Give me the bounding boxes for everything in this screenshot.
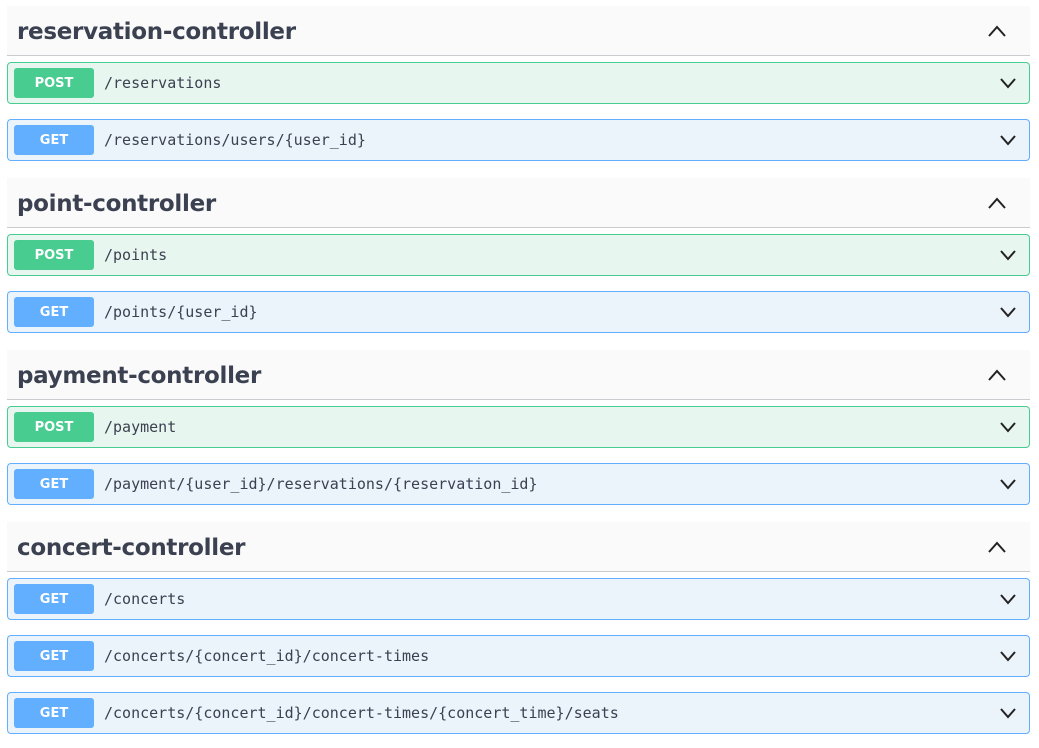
chevron-down-icon[interactable] xyxy=(999,133,1017,147)
operation-get-reservations-user[interactable]: GET /reservations/users/{user_id} xyxy=(7,119,1030,161)
chevron-down-icon[interactable] xyxy=(999,706,1017,720)
method-badge: GET xyxy=(14,125,94,155)
chevron-down-icon[interactable] xyxy=(999,76,1017,90)
operation-post-points[interactable]: POST /points xyxy=(7,234,1030,276)
operation-get-payment-reservation[interactable]: GET /payment/{user_id}/reservations/{res… xyxy=(7,463,1030,505)
operation-path: /payment xyxy=(104,418,177,436)
method-badge: GET xyxy=(14,469,94,499)
chevron-up-icon[interactable] xyxy=(986,23,1008,39)
chevron-down-icon[interactable] xyxy=(999,592,1017,606)
method-badge: GET xyxy=(14,641,94,671)
chevron-down-icon[interactable] xyxy=(999,305,1017,319)
chevron-down-icon[interactable] xyxy=(999,248,1017,262)
section-header[interactable]: reservation-controller xyxy=(7,6,1030,56)
method-badge: GET xyxy=(14,297,94,327)
operation-get-concerts[interactable]: GET /concerts xyxy=(7,578,1030,620)
method-badge: GET xyxy=(14,584,94,614)
section-title: point-controller xyxy=(17,191,216,217)
operation-path: /reservations xyxy=(104,74,222,92)
section-title: payment-controller xyxy=(17,363,262,389)
section-header[interactable]: concert-controller xyxy=(7,522,1030,572)
operation-post-payment[interactable]: POST /payment xyxy=(7,406,1030,448)
operation-path: /concerts/{concert_id}/concert-times/{co… xyxy=(104,704,619,722)
method-badge: POST xyxy=(14,240,94,270)
chevron-down-icon[interactable] xyxy=(999,649,1017,663)
section-header[interactable]: payment-controller xyxy=(7,350,1030,400)
chevron-up-icon[interactable] xyxy=(986,539,1008,555)
section-header[interactable]: point-controller xyxy=(7,178,1030,228)
operation-post-reservations[interactable]: POST /reservations xyxy=(7,62,1030,104)
operation-get-points-user[interactable]: GET /points/{user_id} xyxy=(7,291,1030,333)
section-title: reservation-controller xyxy=(17,19,296,45)
method-badge: GET xyxy=(14,698,94,728)
chevron-down-icon[interactable] xyxy=(999,477,1017,491)
operation-path: /concerts xyxy=(104,590,186,608)
operation-path: /points xyxy=(104,246,168,264)
chevron-up-icon[interactable] xyxy=(986,195,1008,211)
method-badge: POST xyxy=(14,68,94,98)
operation-path: /payment/{user_id}/reservations/{reserva… xyxy=(104,475,538,493)
operation-get-concert-seats[interactable]: GET /concerts/{concert_id}/concert-times… xyxy=(7,692,1030,734)
section-title: concert-controller xyxy=(17,535,246,561)
operation-path: /points/{user_id} xyxy=(104,303,258,321)
operation-path: /concerts/{concert_id}/concert-times xyxy=(104,647,430,665)
swagger-api-list: reservation-controller POST /reservation… xyxy=(0,0,1039,748)
method-badge: POST xyxy=(14,412,94,442)
operation-get-concert-times[interactable]: GET /concerts/{concert_id}/concert-times xyxy=(7,635,1030,677)
chevron-down-icon[interactable] xyxy=(999,420,1017,434)
chevron-up-icon[interactable] xyxy=(986,367,1008,383)
operation-path: /reservations/users/{user_id} xyxy=(104,131,366,149)
